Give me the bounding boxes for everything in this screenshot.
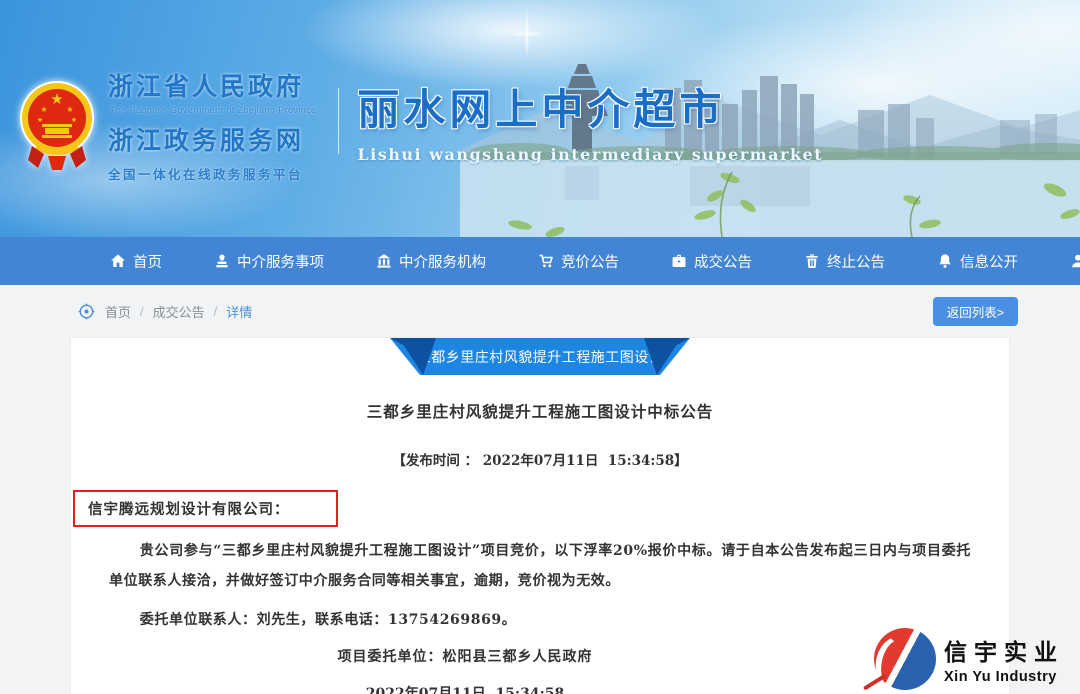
gov-branding: 浙江省人民政府 The People's Government of Zheji… (108, 67, 316, 183)
site-title: 丽水网上中介超市 (357, 84, 726, 134)
watermark-name-en: Xin Yu Industry (944, 669, 1057, 685)
site-header: ★ ★ ★ ★ ★ 浙江省人民政府 The People's Governmen… (0, 0, 1080, 237)
breadcrumb-separator: / (213, 303, 218, 319)
announcement-body: 贵公司参与“三都乡里庄村风貌提升工程施工图设计”项目竞价，以下浮率20%报价中标… (109, 543, 971, 589)
announcement-title: 三都乡里庄村风貌提升工程施工图设计中标公告 (366, 402, 714, 421)
gov-title-en: The People's Government of Zhejiang Prov… (110, 104, 317, 115)
briefcase-icon (672, 254, 686, 267)
announcement-card: 三都乡里庄村风貌提升工程施工图设计 三都乡里庄村风貌提升工程施工图设计中标公告 … (70, 337, 1010, 694)
breadcrumb-current-detail: 详情 (226, 304, 253, 320)
bell-icon (939, 254, 951, 268)
breadcrumb: 首页 / 成交公告 / 详情 返回列表> (0, 285, 1080, 337)
client-unit-line: 项目委托单位：松阳县三都乡人民政府 (337, 649, 593, 665)
svg-text:★: ★ (40, 105, 47, 114)
back-to-list-button[interactable]: 返回列表> (932, 296, 1018, 326)
announcement-date: 2022年07月11日 15:34:58 (365, 686, 565, 694)
nav-label: 中介服务事项 (237, 254, 324, 271)
gov-title: 浙江省人民政府 (108, 71, 305, 101)
nav-item-service-agencies[interactable]: 中介服务机构 (362, 237, 500, 285)
nav-label: 中介服务机构 (399, 254, 486, 271)
xinyu-logo-icon (874, 628, 936, 690)
svg-text:★: ★ (37, 116, 43, 124)
nav-label: 成交公告 (694, 254, 752, 271)
national-emblem-logo[interactable]: ★ ★ ★ ★ ★ (18, 74, 96, 174)
recipient-company-highlighted: 信宇腾远规划设计有限公司： (73, 490, 338, 527)
nav-item-home[interactable]: 首页 (96, 237, 176, 285)
gov-platform-tagline: 全国一体化在线政务服务平台 (108, 167, 304, 182)
nav-label: 终止公告 (827, 254, 885, 271)
main-navbar: 首页 中介服务事项 中介服务机构 竞价公告 成交公告 终止公告 信息公开 个人中… (0, 237, 1080, 285)
header-divider (338, 87, 340, 154)
watermark-name-cn: 信宇实业 (944, 640, 1064, 666)
nav-item-information-disclosure[interactable]: 信息公开 (923, 237, 1032, 285)
nav-item-service-items[interactable]: 中介服务事项 (200, 237, 338, 285)
stamp-icon (216, 254, 228, 268)
publish-time: 【发布时间 ： 2022年07月11日 15:34:58】 (392, 453, 688, 469)
nav-label: 竞价公告 (561, 254, 619, 271)
nav-item-termination-notices[interactable]: 终止公告 (790, 237, 899, 285)
location-target-icon (78, 303, 95, 320)
nav-item-personal-center[interactable]: 个人中心 (1056, 237, 1080, 285)
site-branding: 丽水网上中介超市 Lishui wangshang intermediary s… (357, 76, 823, 164)
bank-icon (377, 254, 391, 268)
site-title-en: Lishui wangshang intermediary supermarke… (357, 144, 824, 164)
xinyu-watermark-logo: 信宇实业 Xin Yu Industry (862, 628, 1064, 691)
svg-text:★: ★ (71, 116, 77, 124)
breadcrumb-home[interactable]: 首页 (105, 302, 131, 321)
project-ribbon-banner: 三都乡里庄村风貌提升工程施工图设计 (390, 338, 690, 375)
breadcrumb-separator: / (140, 303, 144, 319)
svg-text:★: ★ (66, 105, 73, 114)
ribbon-title: 三都乡里庄村风貌提升工程施工图设计 (390, 338, 690, 375)
gov-portal-title: 浙江政务服务网 (108, 125, 305, 155)
nav-label: 首页 (133, 254, 162, 271)
nav-label: 信息公开 (960, 254, 1018, 271)
contact-info-line: 委托单位联系人：刘先生，联系电话：13754269869。 (139, 612, 517, 628)
nav-item-bidding-notices[interactable]: 竞价公告 (524, 237, 633, 285)
breadcrumb-award-notices[interactable]: 成交公告 (153, 302, 205, 321)
person-icon (1072, 254, 1080, 268)
cart-icon (539, 254, 553, 268)
nav-item-award-notices[interactable]: 成交公告 (657, 237, 766, 285)
svg-text:★: ★ (50, 91, 63, 108)
trash-icon (806, 254, 818, 269)
home-icon (111, 254, 125, 267)
